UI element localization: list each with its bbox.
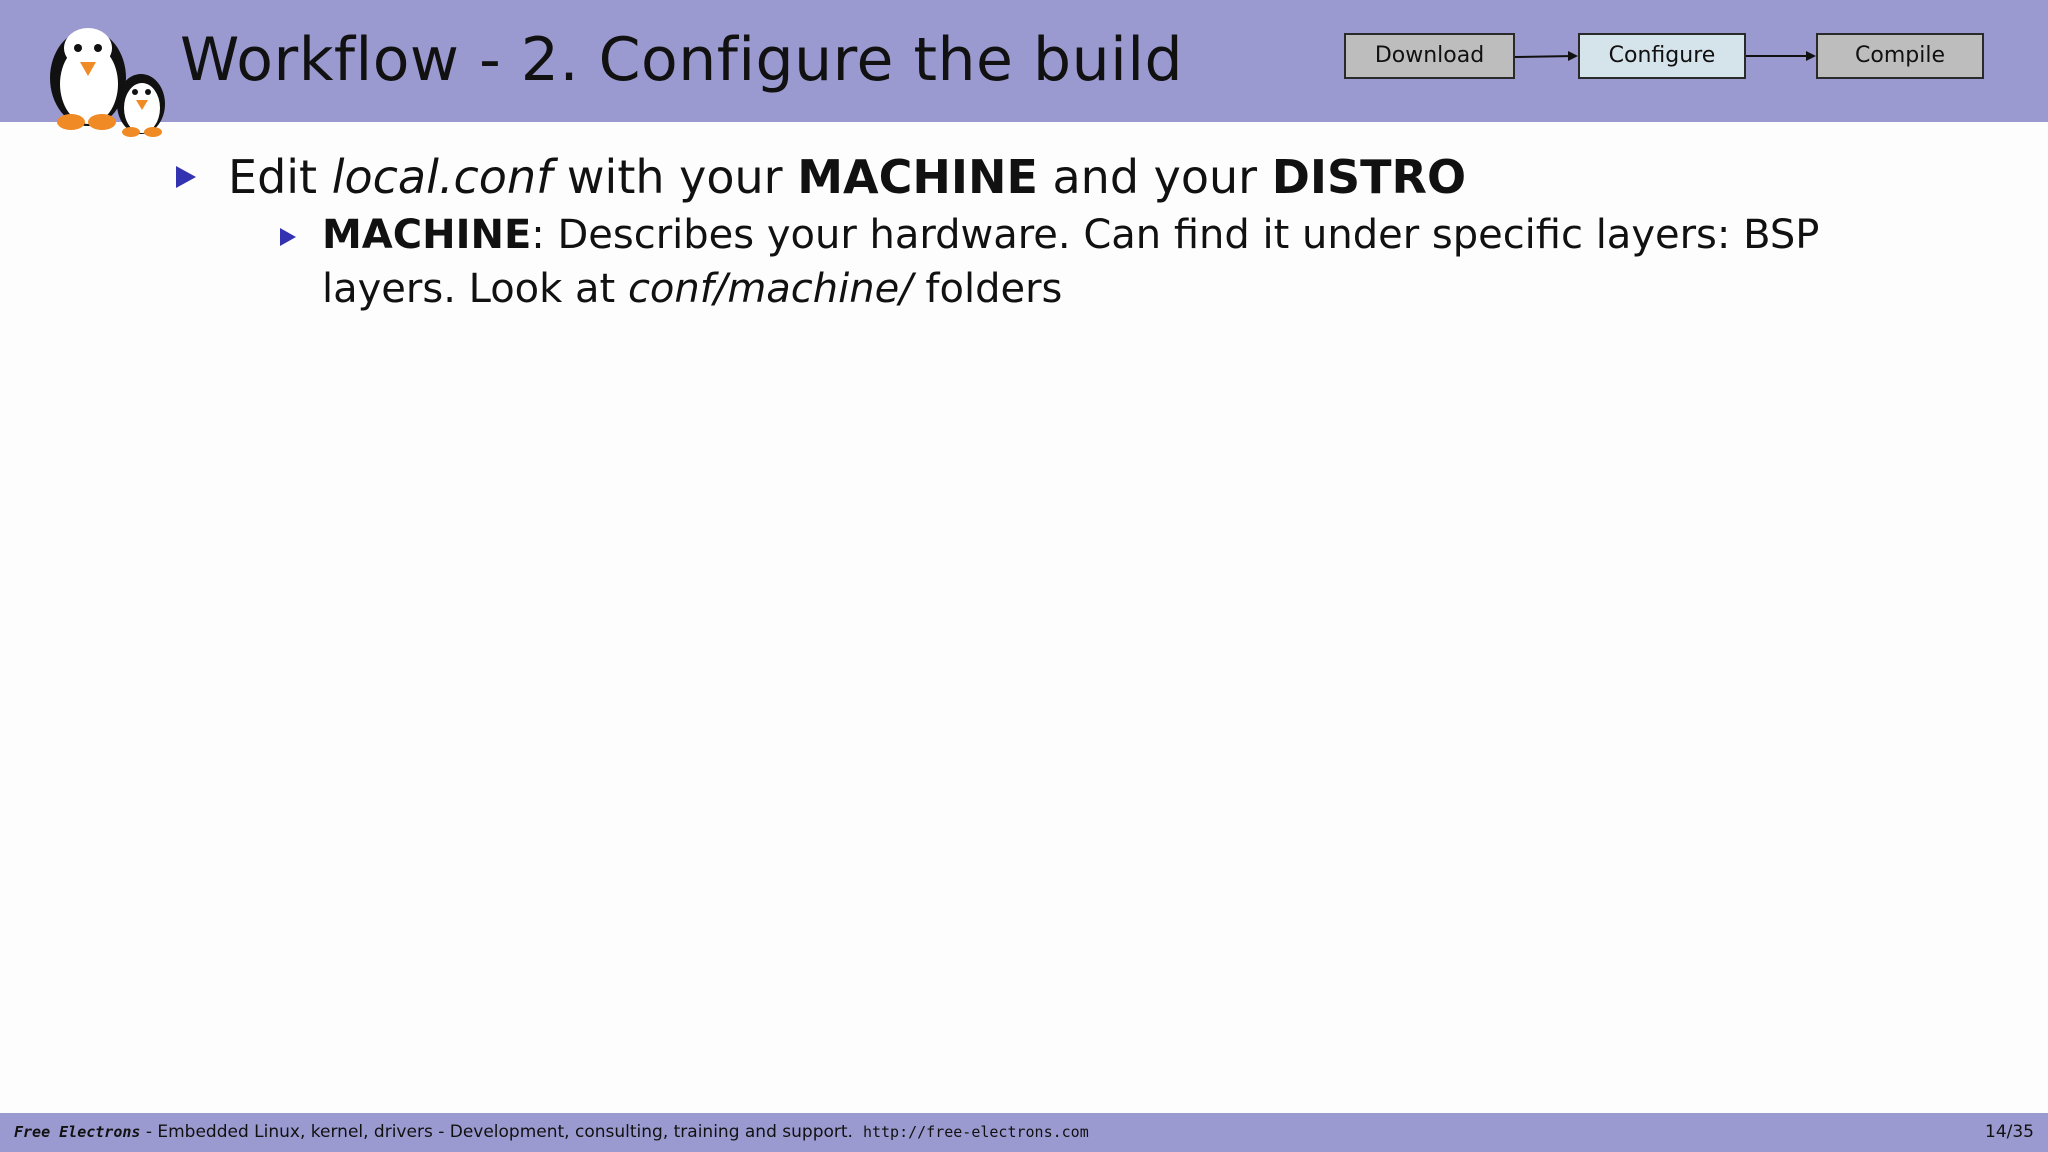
bullet-edit-localconf: Edit local.conf with your MACHINE and yo…	[176, 144, 1466, 210]
subbullet-text: MACHINE: Describes your hardware. Can fi…	[322, 212, 1820, 312]
footer-url[interactable]: http://free-electrons.com	[863, 1123, 1089, 1141]
footer-brand: Free Electrons	[14, 1123, 141, 1141]
workflow-arrows	[1514, 51, 1816, 61]
slide: Workflow - 2. Configure the build Downlo…	[0, 0, 2048, 1152]
footer-bar: Free Electrons - Embedded Linux, kernel,…	[0, 1113, 2048, 1152]
workflow-step-compile: Compile	[1816, 33, 1984, 79]
bullet-text: Edit local.conf with your MACHINE and yo…	[228, 150, 1467, 204]
bullet-triangle-icon	[280, 228, 296, 246]
bullet-triangle-icon	[176, 166, 196, 188]
page-title: Workflow - 2. Configure the build	[180, 25, 1184, 95]
footer-text: Free Electrons - Embedded Linux, kernel,…	[14, 1113, 1089, 1152]
subbullet-machine: MACHINE: Describes your hardware. Can fi…	[280, 208, 1920, 316]
arrow-right-icon	[1806, 51, 1816, 61]
workflow-step-download: Download	[1344, 33, 1515, 79]
penguins-logo-icon	[50, 28, 165, 137]
arrow-right-icon	[1568, 51, 1578, 61]
footer-tagline: - Embedded Linux, kernel, drivers - Deve…	[140, 1122, 853, 1142]
page-number: 14/35	[1985, 1122, 2034, 1142]
